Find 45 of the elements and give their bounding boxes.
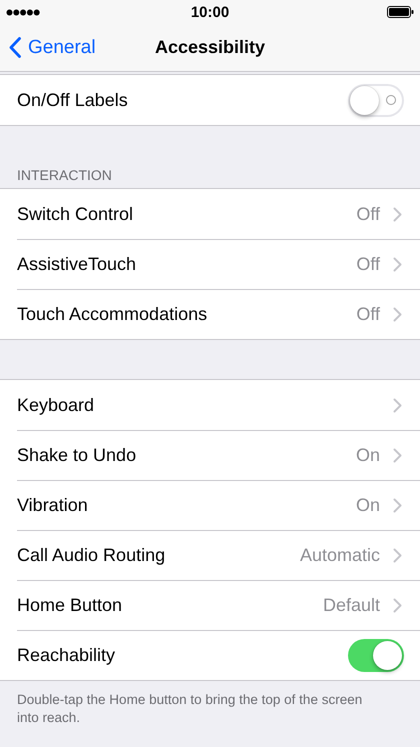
row-label: Switch Control xyxy=(17,204,134,224)
battery-icon xyxy=(387,6,414,18)
row-label: Reachability xyxy=(17,644,116,666)
chevron-right-icon xyxy=(393,498,402,512)
row-label: AssistiveTouch xyxy=(17,254,138,274)
signal-icon xyxy=(6,8,40,16)
row-label: On/Off Labels xyxy=(17,90,129,110)
section-footer: Double-tap the Home button to bring the top of the screen into reach. xyxy=(0,681,420,737)
chevron-right-icon xyxy=(393,206,402,222)
settings-row[interactable]: Switch Control Off xyxy=(0,189,420,239)
settings-row[interactable]: AssistiveTouch Off xyxy=(0,239,420,289)
row-value: On xyxy=(356,444,380,466)
settings-row[interactable]: Reachability xyxy=(0,630,420,680)
settings-row[interactable]: Touch Accommodations Off xyxy=(0,289,420,339)
row-label: Touch Accommodations xyxy=(17,304,208,324)
settings-row[interactable]: Call Audio Routing Automatic xyxy=(0,530,420,580)
settings-row[interactable]: Shake to Undo On xyxy=(0,430,420,480)
chevron-right-icon xyxy=(393,256,402,272)
back-button[interactable]: General xyxy=(0,36,96,58)
chevron-right-icon xyxy=(393,598,402,612)
status-time: 10:00 xyxy=(190,4,230,20)
row-label: Shake to Undo xyxy=(17,444,138,466)
toggle-switch[interactable] xyxy=(348,84,404,116)
row-value: On xyxy=(356,494,380,516)
settings-row[interactable]: On/Off Labels xyxy=(0,75,420,125)
settings-row[interactable]: Keyboard xyxy=(0,380,420,430)
section-header: INTERACTION xyxy=(16,166,113,185)
row-label: Call Audio Routing xyxy=(17,544,166,566)
row-value: Automatic xyxy=(300,544,380,566)
settings-row[interactable]: Home Button Default xyxy=(0,580,420,630)
row-label: Home Button xyxy=(17,594,124,616)
row-label: Vibration xyxy=(17,494,89,516)
row-label: Keyboard xyxy=(17,394,96,416)
row-value: Default xyxy=(322,594,380,616)
row-value: Off xyxy=(356,254,380,274)
chevron-right-icon xyxy=(393,398,402,412)
row-value: Off xyxy=(356,204,380,224)
chevron-left-icon xyxy=(9,37,21,58)
chevron-right-icon xyxy=(393,306,402,322)
toggle-switch[interactable] xyxy=(348,638,404,672)
chevron-right-icon xyxy=(393,448,402,462)
screen-title: Accessibility xyxy=(154,37,266,58)
settings-row[interactable]: Vibration On xyxy=(0,480,420,530)
row-value: Off xyxy=(356,304,380,324)
chevron-right-icon xyxy=(393,548,402,562)
